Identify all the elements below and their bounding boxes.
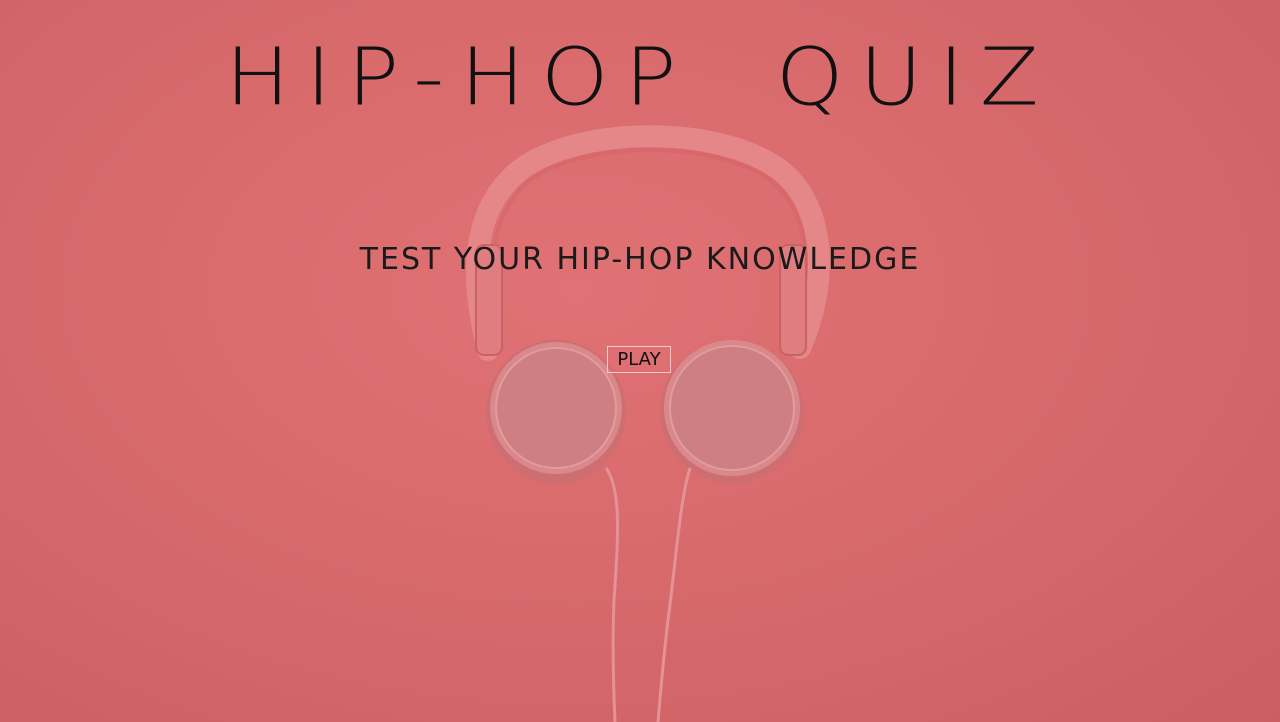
page-title: HIP-HOP QUIZ bbox=[225, 32, 1055, 124]
play-button[interactable]: PLAY bbox=[607, 346, 671, 373]
page-subtitle: TEST YOUR HIP-HOP KNOWLEDGE bbox=[359, 242, 921, 277]
